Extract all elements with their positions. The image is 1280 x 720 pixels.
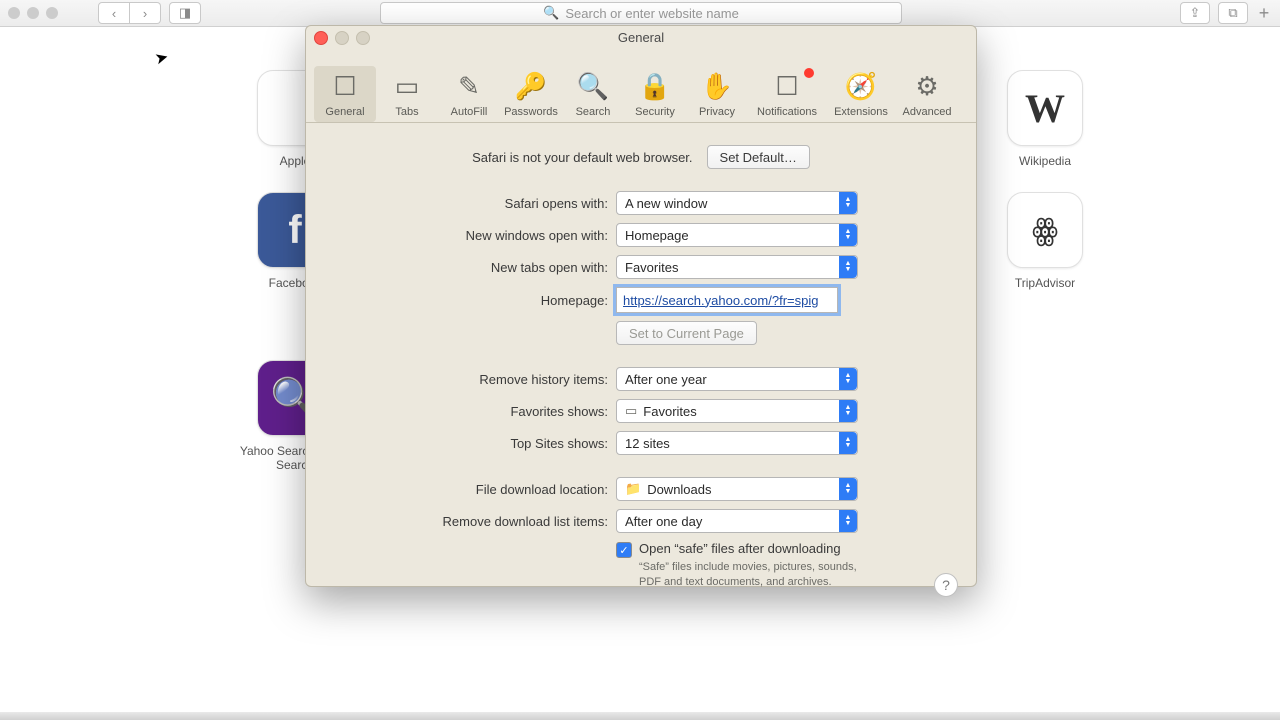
autofill-icon: ✎ (438, 66, 500, 106)
zoom-icon[interactable] (46, 7, 58, 19)
tab-extensions[interactable]: 🧭 Extensions (826, 66, 896, 122)
preferences-window: General ☐ General ▭ Tabs ✎ AutoFill 🔑 Pa… (305, 25, 977, 587)
label-new-tabs: New tabs open with: (326, 260, 616, 275)
wikipedia-icon: W (1007, 70, 1083, 146)
tab-tabs[interactable]: ▭ Tabs (376, 66, 438, 122)
popup-favorites-shows[interactable]: ▭ Favorites ▲▼ (616, 399, 858, 423)
popup-top-sites[interactable]: 12 sites ▲▼ (616, 431, 858, 455)
popup-remove-downloads[interactable]: After one day ▲▼ (616, 509, 858, 533)
chevron-updown-icon: ▲▼ (839, 478, 857, 500)
help-button[interactable]: ? (934, 573, 958, 597)
label-download-location: File download location: (326, 482, 616, 497)
open-safe-hint: “Safe” files include movies, pictures, s… (639, 560, 859, 590)
tabs-button[interactable]: ⧉ (1218, 2, 1248, 24)
favorite-wikipedia[interactable]: W Wikipedia (982, 70, 1108, 168)
new-tab-button[interactable]: + (1256, 3, 1272, 24)
label-remove-downloads: Remove download list items: (326, 514, 616, 529)
open-safe-label: Open “safe” files after downloading (639, 541, 859, 556)
key-icon: 🔑 (500, 66, 562, 106)
tripadvisor-icon: ꙮ (1007, 192, 1083, 268)
minimize-icon (335, 31, 349, 45)
set-current-page-button: Set to Current Page (616, 321, 757, 345)
open-safe-checkbox[interactable]: ✓ (616, 542, 632, 558)
tab-general[interactable]: ☐ General (314, 66, 376, 122)
close-icon[interactable] (314, 31, 328, 45)
mouse-cursor-icon: ➤ (153, 47, 171, 70)
address-placeholder: Search or enter website name (565, 6, 738, 21)
prefs-toolbar: ☐ General ▭ Tabs ✎ AutoFill 🔑 Passwords … (306, 48, 976, 123)
folder-icon: 📁 (625, 481, 641, 497)
sidebar-button[interactable]: ◨ (169, 2, 201, 24)
tab-privacy[interactable]: ✋ Privacy (686, 66, 748, 122)
tab-passwords[interactable]: 🔑 Passwords (500, 66, 562, 122)
chevron-updown-icon: ▲▼ (839, 192, 857, 214)
lock-icon: 🔒 (624, 66, 686, 106)
default-browser-message: Safari is not your default web browser. (472, 150, 692, 165)
chevron-updown-icon: ▲▼ (839, 368, 857, 390)
tabs-icon: ▭ (376, 66, 438, 106)
chevron-updown-icon: ▲▼ (839, 400, 857, 422)
popup-opens-with[interactable]: A new window ▲▼ (616, 191, 858, 215)
back-button[interactable]: ‹ (98, 2, 130, 24)
chevron-updown-icon: ▲▼ (839, 224, 857, 246)
popup-download-location[interactable]: 📁 Downloads ▲▼ (616, 477, 858, 501)
close-icon[interactable] (8, 7, 20, 19)
prefs-content: Safari is not your default web browser. … (306, 123, 976, 611)
favorite-label: Wikipedia (982, 154, 1108, 168)
favorite-tripadvisor[interactable]: ꙮ TripAdvisor (982, 192, 1108, 290)
popup-new-windows[interactable]: Homepage ▲▼ (616, 223, 858, 247)
label-remove-history: Remove history items: (326, 372, 616, 387)
favorite-label: TripAdvisor (982, 276, 1108, 290)
search-icon: 🔍 (543, 5, 559, 21)
hand-icon: ✋ (686, 66, 748, 106)
search-icon: 🔍 (562, 66, 624, 106)
tab-search[interactable]: 🔍 Search (562, 66, 624, 122)
safari-toolbar: ‹ › ◨ 🔍 Search or enter website name ⇪ ⧉… (0, 0, 1280, 27)
compass-icon: 🧭 (826, 66, 896, 106)
tab-security[interactable]: 🔒 Security (624, 66, 686, 122)
popup-remove-history[interactable]: After one year ▲▼ (616, 367, 858, 391)
minimize-icon[interactable] (27, 7, 39, 19)
chevron-updown-icon: ▲▼ (839, 432, 857, 454)
label-new-windows: New windows open with: (326, 228, 616, 243)
window-traffic-lights (8, 7, 58, 19)
tab-advanced[interactable]: ⚙ Advanced (896, 66, 958, 122)
homepage-field[interactable] (616, 287, 838, 313)
chevron-updown-icon: ▲▼ (839, 256, 857, 278)
window-title: General (618, 30, 664, 45)
forward-button[interactable]: › (130, 2, 161, 24)
set-default-button[interactable]: Set Default… (707, 145, 810, 169)
tab-notifications[interactable]: ☐ Notifications (748, 66, 826, 122)
general-icon: ☐ (314, 66, 376, 106)
chevron-updown-icon: ▲▼ (839, 510, 857, 532)
gear-icon: ⚙ (896, 66, 958, 106)
tab-autofill[interactable]: ✎ AutoFill (438, 66, 500, 122)
window-titlebar[interactable]: General (306, 26, 976, 48)
zoom-icon (356, 31, 370, 45)
label-opens-with: Safari opens with: (326, 196, 616, 211)
dock (0, 712, 1280, 720)
label-top-sites: Top Sites shows: (326, 436, 616, 451)
address-bar[interactable]: 🔍 Search or enter website name (380, 2, 902, 24)
book-icon: ▭ (625, 403, 637, 419)
bell-icon: ☐ (748, 66, 826, 106)
label-favorites-shows: Favorites shows: (326, 404, 616, 419)
popup-new-tabs[interactable]: Favorites ▲▼ (616, 255, 858, 279)
label-homepage: Homepage: (326, 293, 616, 308)
share-button[interactable]: ⇪ (1180, 2, 1210, 24)
